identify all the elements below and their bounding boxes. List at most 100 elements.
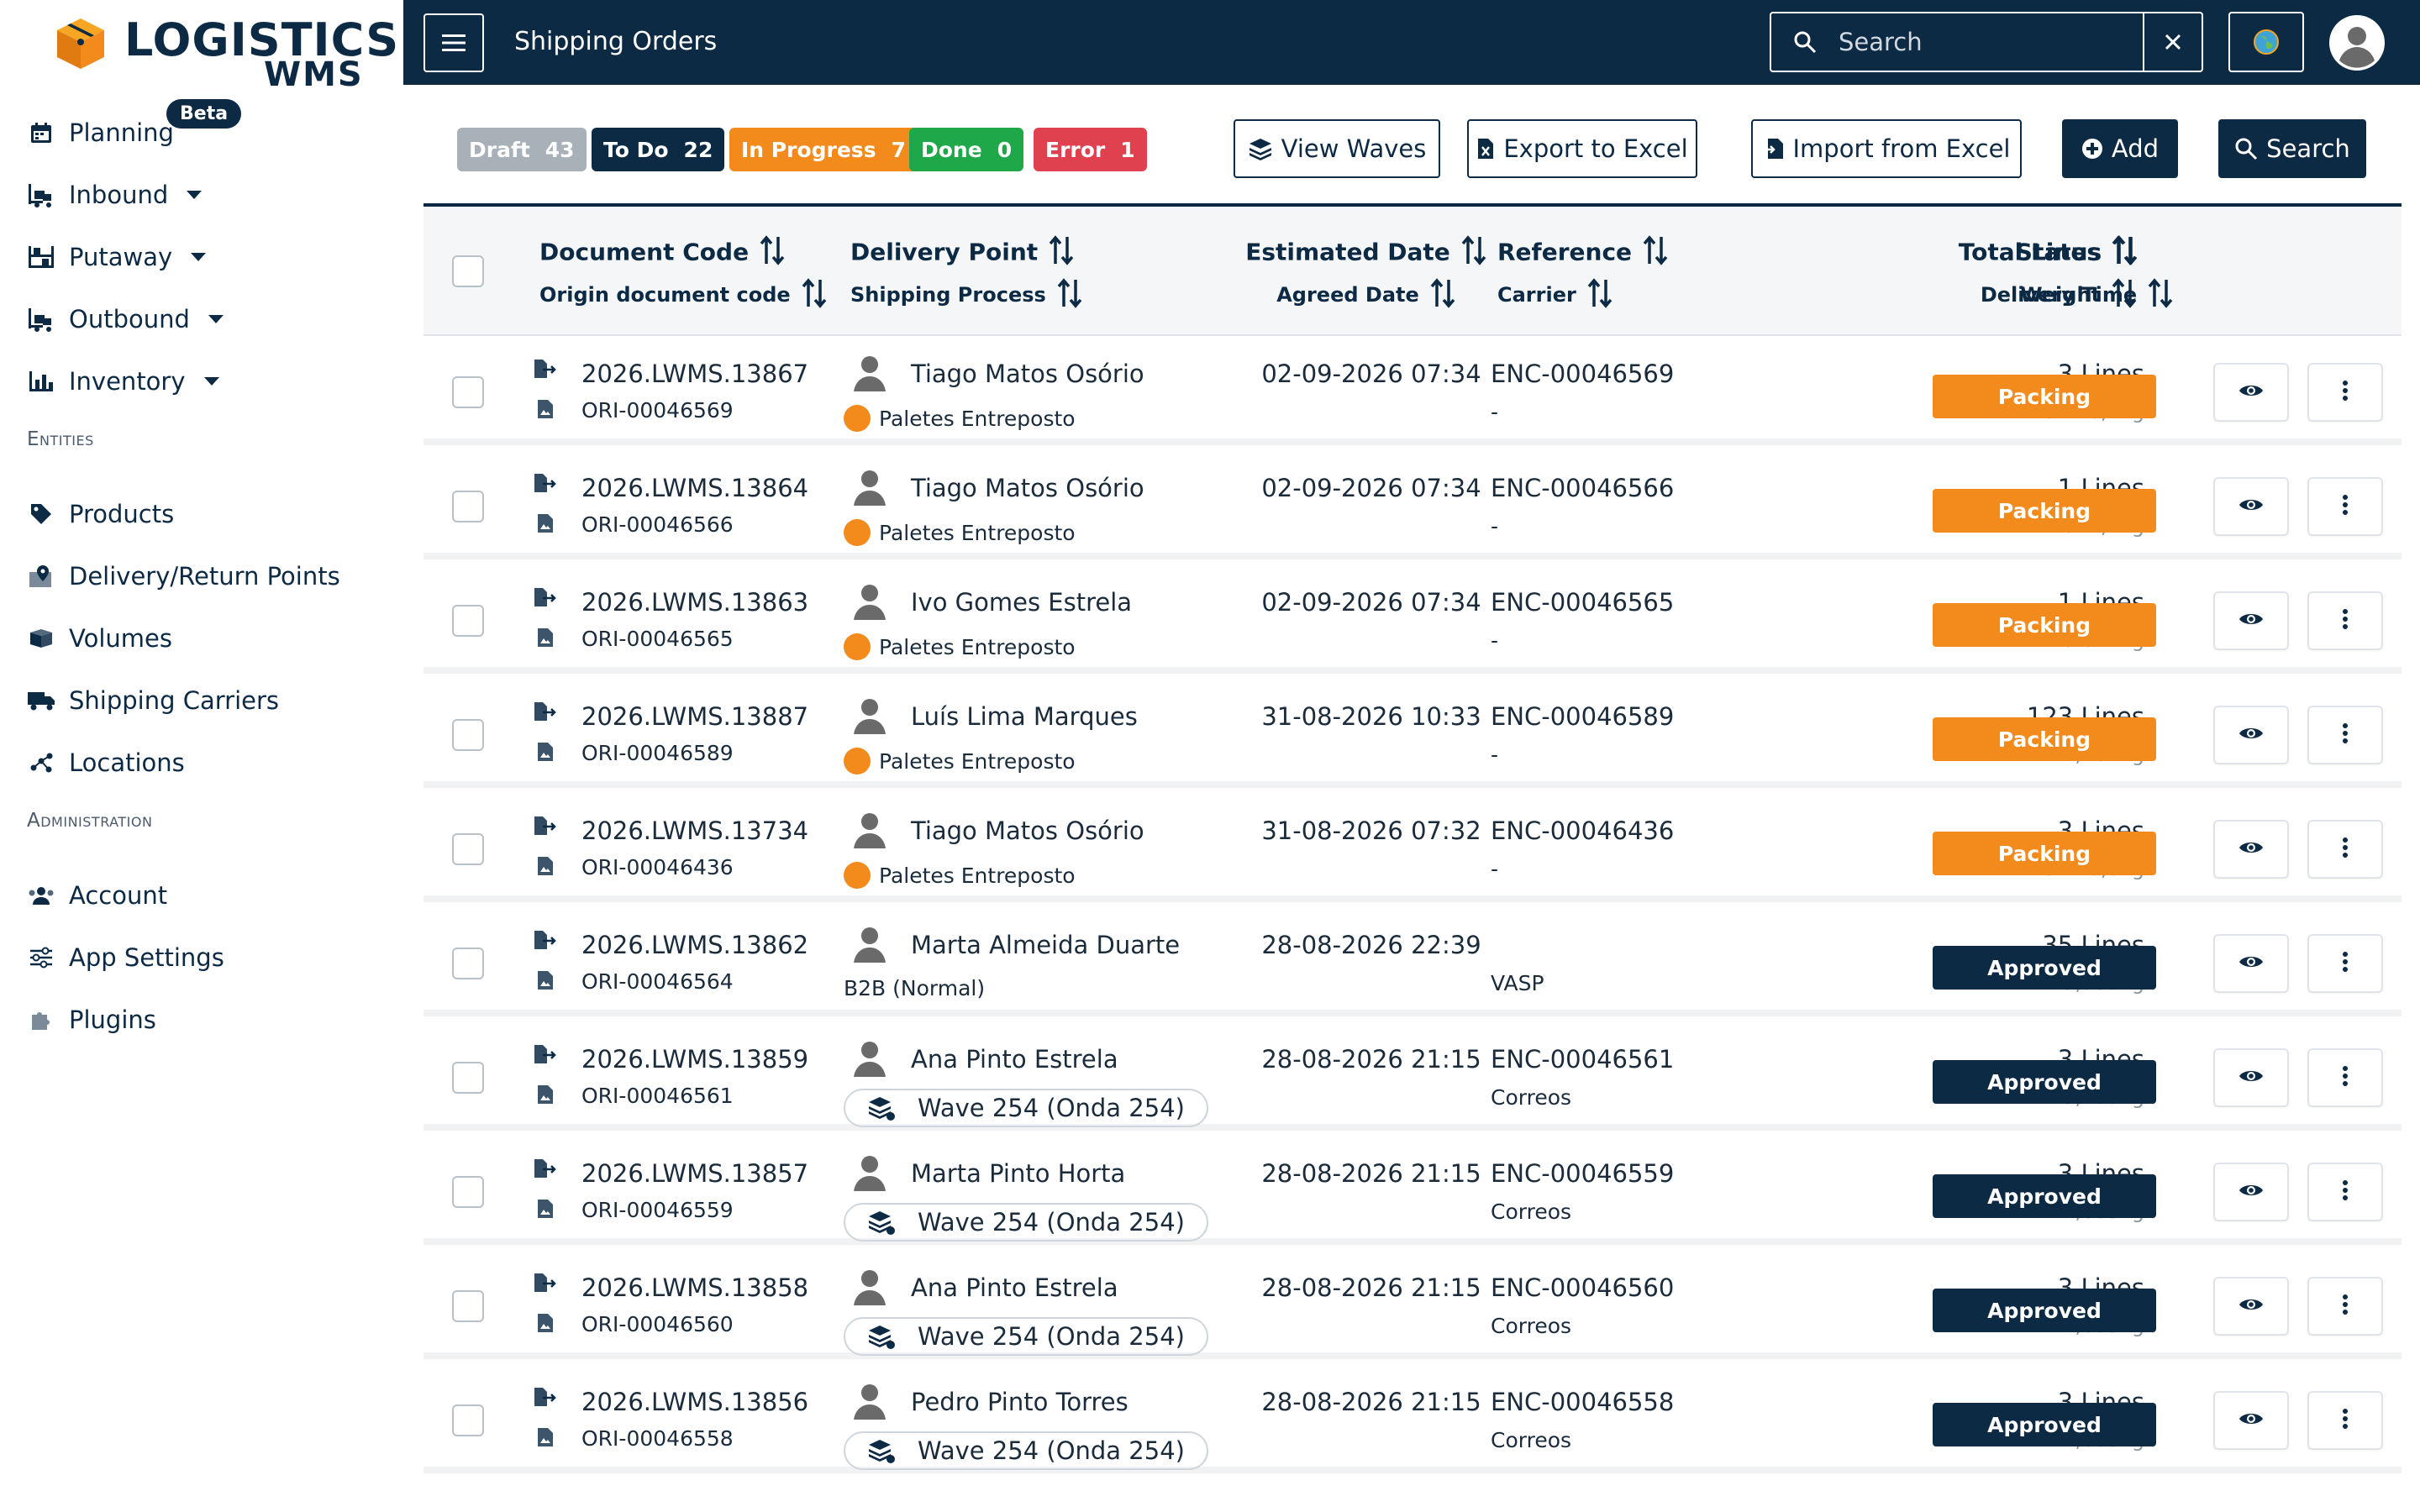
document-code[interactable]: 2026.LWMS.13862 bbox=[581, 931, 808, 959]
wave-label: Wave 254 (Onda 254) bbox=[918, 1436, 1185, 1465]
nav-putaway[interactable]: Putaway bbox=[27, 234, 380, 281]
nav-shipping-carriers[interactable]: Shipping Carriers bbox=[27, 677, 380, 724]
wave-chip[interactable]: Wave 254 (Onda 254) bbox=[844, 1431, 1208, 1470]
view-button[interactable] bbox=[2213, 477, 2289, 536]
document-code[interactable]: 2026.LWMS.13867 bbox=[581, 360, 808, 388]
more-actions-button[interactable] bbox=[2307, 1391, 2383, 1450]
row-checkbox[interactable] bbox=[452, 719, 484, 751]
document-code[interactable]: 2026.LWMS.13857 bbox=[581, 1159, 808, 1188]
more-actions-button[interactable] bbox=[2307, 706, 2383, 764]
wave-chip[interactable]: Wave 254 (Onda 254) bbox=[844, 1317, 1208, 1356]
user-avatar[interactable] bbox=[2329, 15, 2385, 71]
language-button[interactable] bbox=[2228, 12, 2304, 72]
filter-error[interactable]: Error 1 bbox=[1034, 128, 1147, 171]
table-row[interactable]: 2026.LWMS.13864 ORI-00046566 Tiago Matos O… bbox=[424, 452, 2402, 559]
table-row[interactable]: 2026.LWMS.13856 ORI-00046558 Pedro Pinto T… bbox=[424, 1366, 2402, 1473]
document-code[interactable]: 2026.LWMS.13859 bbox=[581, 1045, 808, 1074]
row-checkbox[interactable] bbox=[452, 1176, 484, 1208]
document-code[interactable]: 2026.LWMS.13734 bbox=[581, 816, 808, 845]
table-row[interactable]: 2026.LWMS.13857 ORI-00046559 Marta Pinto H… bbox=[424, 1137, 2402, 1245]
export-excel-button[interactable]: Export to Excel bbox=[1467, 119, 1697, 178]
document-code[interactable]: 2026.LWMS.13864 bbox=[581, 474, 808, 502]
view-button[interactable] bbox=[2213, 820, 2289, 879]
nav-plugins[interactable]: Plugins bbox=[27, 996, 380, 1043]
nav-products[interactable]: Products bbox=[27, 491, 380, 538]
nav-locations[interactable]: Locations bbox=[27, 739, 380, 786]
filter-in-progress[interactable]: In Progress 7 bbox=[729, 128, 918, 171]
row-checkbox[interactable] bbox=[452, 1062, 484, 1094]
column-delivery-point[interactable]: Delivery Point Shipping Process bbox=[850, 235, 1083, 313]
view-button[interactable] bbox=[2213, 1163, 2289, 1221]
row-checkbox[interactable] bbox=[452, 376, 484, 408]
table-row[interactable]: 2026.LWMS.13867 ORI-00046569 Tiago Matos O… bbox=[424, 338, 2402, 445]
global-search-input[interactable] bbox=[1839, 28, 2124, 56]
process-label: B2B (Normal) bbox=[844, 976, 986, 1000]
more-actions-button[interactable] bbox=[2307, 477, 2383, 536]
nav-account[interactable]: Account bbox=[27, 872, 380, 919]
more-vertical-icon bbox=[2342, 608, 2349, 633]
table-row[interactable]: 2026.LWMS.13887 ORI-00046589 Luís Lima Mar… bbox=[424, 680, 2402, 788]
document-code[interactable]: 2026.LWMS.13863 bbox=[581, 588, 808, 617]
row-checkbox[interactable] bbox=[452, 491, 484, 522]
view-button[interactable] bbox=[2213, 1277, 2289, 1336]
column-status[interactable]: Status Delivery Time bbox=[1951, 235, 2203, 313]
row-checkbox[interactable] bbox=[452, 833, 484, 865]
table-row[interactable]: 2026.LWMS.13862 ORI-00046564 Marta Almeida… bbox=[424, 909, 2402, 1016]
shipping-process: Paletes Entreposto bbox=[844, 862, 1076, 889]
filter-done[interactable]: Done 0 bbox=[909, 128, 1024, 171]
document-code[interactable]: 2026.LWMS.13858 bbox=[581, 1273, 808, 1302]
view-button[interactable] bbox=[2213, 1391, 2289, 1450]
nav-label: Putaway bbox=[69, 243, 173, 271]
view-button[interactable] bbox=[2213, 706, 2289, 764]
filter-label: Done bbox=[921, 137, 982, 162]
wave-chip[interactable]: Wave 254 (Onda 254) bbox=[844, 1203, 1208, 1242]
column-estimated-date[interactable]: Estimated Date Agreed Date bbox=[1232, 235, 1501, 313]
nav-delivery-points[interactable]: Delivery/Return Points bbox=[27, 553, 380, 600]
more-actions-button[interactable] bbox=[2307, 934, 2383, 993]
row-checkbox[interactable] bbox=[452, 1290, 484, 1322]
document-code[interactable]: 2026.LWMS.13856 bbox=[581, 1388, 808, 1416]
status-badge: Packing bbox=[1933, 489, 2156, 533]
more-actions-button[interactable] bbox=[2307, 1163, 2383, 1221]
more-actions-button[interactable] bbox=[2307, 591, 2383, 650]
import-excel-button[interactable]: Import from Excel bbox=[1751, 119, 2022, 178]
more-actions-button[interactable] bbox=[2307, 1048, 2383, 1107]
nav-inventory[interactable]: Inventory bbox=[27, 358, 380, 405]
more-actions-button[interactable] bbox=[2307, 363, 2383, 422]
table-row[interactable]: 2026.LWMS.13858 ORI-00046560 Ana Pinto Est… bbox=[424, 1252, 2402, 1359]
view-button[interactable] bbox=[2213, 591, 2289, 650]
view-button[interactable] bbox=[2213, 363, 2289, 422]
view-button[interactable] bbox=[2213, 934, 2289, 993]
select-all-checkbox[interactable] bbox=[452, 255, 484, 287]
search-button[interactable]: Search bbox=[2218, 119, 2366, 178]
table-row[interactable]: 2026.LWMS.13734 ORI-00046436 Tiago Matos O… bbox=[424, 795, 2402, 902]
view-waves-button[interactable]: View Waves bbox=[1234, 119, 1440, 178]
table-row[interactable]: 2026.LWMS.13859 ORI-00046561 Ana Pinto Est… bbox=[424, 1023, 2402, 1131]
menu-toggle-button[interactable] bbox=[424, 13, 484, 72]
sort-icon bbox=[2147, 278, 2174, 313]
view-button[interactable] bbox=[2213, 1048, 2289, 1107]
filter-todo[interactable]: To Do 22 bbox=[592, 128, 725, 171]
column-document-code[interactable]: Document Code Origin document code bbox=[539, 235, 828, 313]
search-clear-button[interactable] bbox=[2143, 12, 2203, 72]
add-button[interactable]: Add bbox=[2062, 119, 2178, 178]
filter-draft[interactable]: Draft 43 bbox=[457, 128, 587, 171]
row-checkbox[interactable] bbox=[452, 948, 484, 979]
row-checkbox[interactable] bbox=[452, 605, 484, 637]
view-waves-label: View Waves bbox=[1281, 134, 1427, 163]
carrier: - bbox=[1491, 514, 1499, 538]
nav-inbound[interactable]: Inbound bbox=[27, 171, 380, 218]
more-actions-button[interactable] bbox=[2307, 1277, 2383, 1336]
column-reference[interactable]: Reference Carrier bbox=[1497, 235, 1669, 313]
wave-label: Wave 254 (Onda 254) bbox=[918, 1322, 1185, 1351]
wave-chip[interactable]: Wave 254 (Onda 254) bbox=[844, 1089, 1208, 1127]
delivery-point-name: Ana Pinto Estrela bbox=[911, 1273, 1118, 1302]
app-logo[interactable]: LOGISTICS WMS bbox=[55, 13, 398, 94]
table-row[interactable]: 2026.LWMS.13863 ORI-00046565 Ivo Gomes Est… bbox=[424, 566, 2402, 674]
nav-outbound[interactable]: Outbound bbox=[27, 296, 380, 343]
nav-volumes[interactable]: Volumes bbox=[27, 615, 380, 662]
more-actions-button[interactable] bbox=[2307, 820, 2383, 879]
document-code[interactable]: 2026.LWMS.13887 bbox=[581, 702, 808, 731]
row-checkbox[interactable] bbox=[452, 1404, 484, 1436]
nav-app-settings[interactable]: App Settings bbox=[27, 934, 380, 981]
